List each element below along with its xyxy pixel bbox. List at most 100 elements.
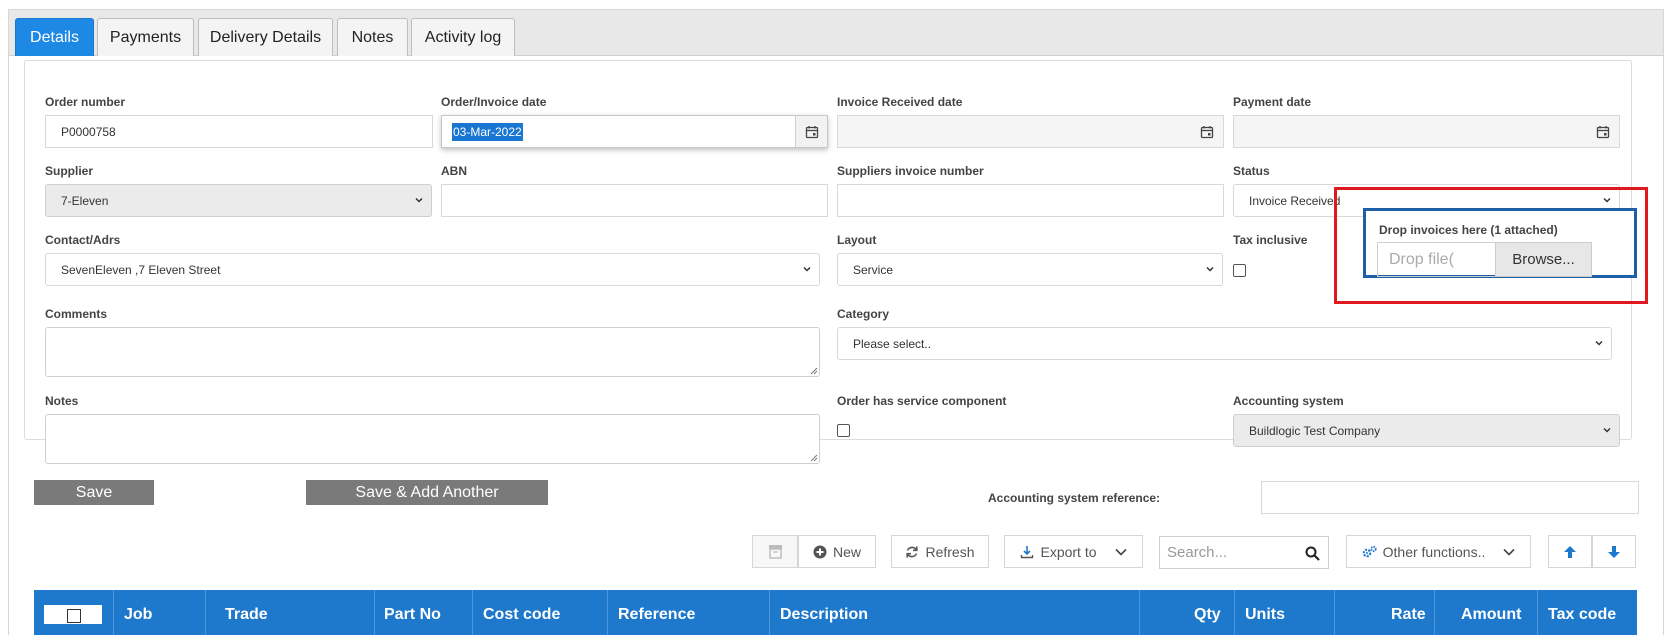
- tab-payments[interactable]: Payments: [97, 18, 194, 56]
- comments-textarea[interactable]: [45, 327, 820, 377]
- contact-select[interactable]: SevenEleven ,7 Eleven Street: [45, 253, 820, 286]
- resize-grip-icon[interactable]: [810, 454, 818, 462]
- supplier-value: 7-Eleven: [61, 193, 109, 208]
- order-number-input[interactable]: P0000758: [45, 115, 433, 148]
- search-input[interactable]: Search...: [1159, 536, 1329, 569]
- contact-value: SevenEleven ,7 Eleven Street: [61, 262, 221, 277]
- supplier-select[interactable]: 7-Eleven: [45, 184, 432, 217]
- accounting-system-select[interactable]: Buildlogic Test Company: [1233, 414, 1620, 447]
- column-divider: [1334, 590, 1335, 635]
- column-header-trade[interactable]: Trade: [225, 606, 268, 624]
- tax-inclusive-checkbox[interactable]: [1233, 264, 1246, 277]
- column-divider: [607, 590, 608, 635]
- new-button-label: New: [832, 543, 861, 560]
- refresh-icon: [906, 546, 919, 557]
- column-header-job[interactable]: Job: [124, 606, 152, 624]
- accounting-system-value: Buildlogic Test Company: [1249, 423, 1381, 438]
- layout-select[interactable]: Service: [837, 253, 1223, 286]
- export-dropdown[interactable]: Export to: [1004, 535, 1143, 568]
- search-placeholder: Search...: [1167, 544, 1228, 561]
- received-date-input[interactable]: [837, 115, 1224, 148]
- layout-label: Layout: [837, 233, 877, 247]
- column-header-qty[interactable]: Qty: [1194, 606, 1221, 624]
- accounting-ref-label: Accounting system reference:: [988, 491, 1161, 505]
- invoice-date-input[interactable]: 03-Mar-2022: [441, 115, 828, 148]
- drop-file-input[interactable]: Drop file(: [1377, 242, 1495, 277]
- other-functions-dropdown[interactable]: Other functions..: [1346, 535, 1531, 568]
- supplier-label: Supplier: [45, 164, 94, 178]
- refresh-button-label: Refresh: [925, 543, 975, 560]
- arrow-up-icon: [1564, 545, 1576, 558]
- order-number-label: Order number: [45, 95, 126, 109]
- column-divider: [374, 590, 375, 635]
- column-divider: [1234, 590, 1235, 635]
- layout-value: Service: [853, 262, 894, 277]
- plus-circle-icon: [813, 545, 827, 558]
- service-component-label: Order has service component: [837, 394, 1007, 408]
- tab-bar: Details Payments Delivery Details Notes …: [9, 10, 1663, 56]
- tab-details[interactable]: Details: [15, 18, 94, 56]
- column-header-part-no[interactable]: Part No: [384, 606, 441, 624]
- arrow-down-icon: [1608, 545, 1620, 558]
- chevron-down-icon: [1114, 548, 1127, 556]
- calendar-icon[interactable]: [1191, 116, 1223, 147]
- service-component-checkbox[interactable]: [837, 424, 850, 437]
- tab-notes[interactable]: Notes: [337, 18, 408, 56]
- save-button[interactable]: Save: [34, 480, 154, 505]
- notes-textarea[interactable]: [45, 414, 820, 464]
- column-divider: [205, 590, 206, 635]
- archive-button[interactable]: [752, 535, 798, 568]
- accounting-system-label: Accounting system: [1233, 394, 1344, 408]
- column-header-rate[interactable]: Rate: [1391, 606, 1426, 624]
- line-items-grid-header: Job Trade Part No Cost code Reference De…: [34, 590, 1637, 635]
- column-divider: [1434, 590, 1435, 635]
- column-header-amount[interactable]: Amount: [1461, 606, 1521, 624]
- abn-input[interactable]: [441, 184, 828, 217]
- archive-icon: [768, 545, 782, 559]
- search-icon[interactable]: [1305, 546, 1320, 561]
- new-button[interactable]: New: [798, 535, 876, 568]
- abn-label: ABN: [441, 164, 467, 178]
- download-icon: [1021, 545, 1034, 558]
- payment-date-label: Payment date: [1233, 95, 1312, 109]
- move-down-button[interactable]: [1592, 535, 1636, 568]
- column-divider: [1537, 590, 1538, 635]
- select-all-checkbox[interactable]: [67, 609, 81, 623]
- category-label: Category: [837, 307, 890, 321]
- supplier-invoice-input[interactable]: [837, 184, 1224, 217]
- chevron-down-icon: [1603, 427, 1611, 433]
- invoice-drop-zone[interactable]: Drop invoices here (1 attached) Drop fil…: [1363, 208, 1637, 278]
- gears-icon: [1362, 545, 1377, 557]
- category-select[interactable]: Please select..: [837, 327, 1612, 360]
- drop-file-placeholder: Drop file(: [1389, 250, 1454, 268]
- column-header-cost-code[interactable]: Cost code: [483, 606, 560, 624]
- tab-activity-log[interactable]: Activity log: [411, 18, 515, 56]
- invoice-date-label: Order/Invoice date: [441, 95, 547, 109]
- tab-delivery-details[interactable]: Delivery Details: [198, 18, 333, 56]
- payment-date-input[interactable]: [1233, 115, 1620, 148]
- browse-button[interactable]: Browse...: [1495, 242, 1592, 277]
- column-header-description[interactable]: Description: [780, 606, 868, 624]
- column-header-reference[interactable]: Reference: [618, 606, 695, 624]
- invoice-date-value: 03-Mar-2022: [452, 122, 523, 141]
- calendar-icon[interactable]: [1587, 116, 1619, 147]
- status-value: Invoice Received: [1249, 193, 1341, 208]
- notes-label: Notes: [45, 394, 79, 408]
- column-divider: [769, 590, 770, 635]
- chevron-down-icon: [1206, 266, 1214, 272]
- tax-inclusive-label: Tax inclusive: [1233, 233, 1308, 247]
- status-label: Status: [1233, 164, 1270, 178]
- save-add-another-button[interactable]: Save & Add Another: [306, 480, 548, 505]
- chevron-down-icon: [415, 197, 423, 203]
- column-header-tax-code[interactable]: Tax code: [1548, 606, 1616, 624]
- calendar-icon[interactable]: [795, 116, 827, 147]
- move-up-button[interactable]: [1548, 535, 1592, 568]
- column-header-units[interactable]: Units: [1245, 606, 1285, 624]
- refresh-button[interactable]: Refresh: [891, 535, 989, 568]
- accounting-ref-input[interactable]: [1261, 481, 1639, 514]
- column-divider: [1139, 590, 1140, 635]
- resize-grip-icon[interactable]: [810, 367, 818, 375]
- comments-label: Comments: [45, 307, 108, 321]
- column-divider: [472, 590, 473, 635]
- export-button-label: Export to: [1040, 543, 1097, 560]
